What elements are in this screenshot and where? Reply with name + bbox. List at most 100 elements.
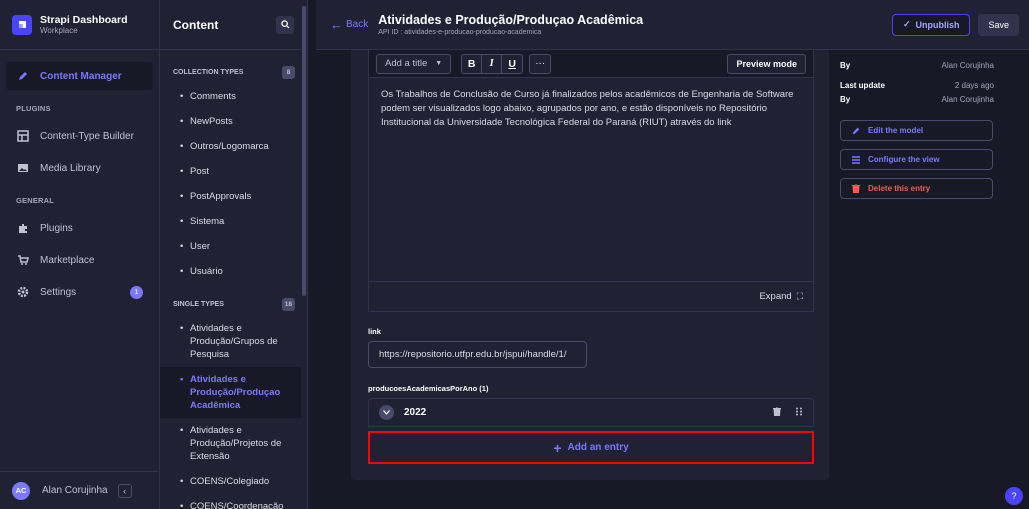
single-item[interactable]: • Atividades e Produção/Produçao Acadêmic… (160, 367, 307, 418)
image-icon (16, 162, 30, 174)
collection-types-header[interactable]: COLLECTION TYPES 8 (160, 60, 307, 84)
single-item-label: Atividades e Produção/Grupos de Pesquisa (190, 323, 278, 360)
subnav-scrollbar[interactable] (301, 0, 307, 509)
collection-item-label: Outros/Logomarca (190, 141, 269, 152)
editor-textarea[interactable]: Os Trabalhos de Conclusão de Curso já fi… (369, 78, 813, 140)
collection-item-label: Usuário (190, 266, 223, 277)
heading-select[interactable]: Add a title ▼ (376, 53, 452, 74)
collection-item[interactable]: • NewPosts (160, 109, 307, 134)
created-by-label: By (840, 60, 851, 70)
unpublish-button[interactable]: ✓ Unpublish (891, 13, 971, 36)
entry-info-panel: By Alan Corujinha Last update 2 days ago… (840, 50, 994, 199)
link-input[interactable]: https://repositorio.utfpr.edu.br/jspui/h… (368, 341, 587, 368)
drag-handle-icon[interactable] (795, 407, 803, 419)
delete-entry-label: Delete this entry (868, 184, 931, 193)
nav-label: Content Manager (40, 70, 122, 82)
bullet-icon: • (180, 241, 184, 252)
delete-entry-button[interactable]: Delete this entry (840, 178, 993, 199)
page-title: Atividades e Produção/Produçao Acadêmica (378, 13, 644, 27)
edit-model-button[interactable]: Edit the model (840, 120, 993, 141)
nav-item-plugins[interactable]: Plugins (6, 214, 153, 242)
back-link[interactable]: ← Back (330, 17, 368, 32)
italic-button[interactable]: I (482, 54, 503, 73)
add-entry-label: Add an entry (567, 442, 629, 453)
collection-item[interactable]: • Outros/Logomarca (160, 134, 307, 159)
nav-label: Marketplace (40, 254, 95, 266)
single-item[interactable]: • COENS/Colegiado (160, 469, 307, 494)
chevron-down-icon: ▼ (435, 60, 443, 67)
expand-button[interactable]: Expand ⛶ (759, 291, 803, 302)
bullet-icon: • (180, 216, 184, 227)
collapse-nav-button[interactable]: ‹ (117, 483, 132, 498)
collection-item-label: User (190, 241, 211, 252)
bold-button[interactable]: B (462, 54, 483, 73)
edit-view-header: ← Back Atividades e Produção/Produçao Ac… (316, 0, 1029, 50)
single-types-header[interactable]: SINGLE TYPES 18 (160, 292, 307, 316)
collection-item[interactable]: • Comments (160, 84, 307, 109)
component-entry-row[interactable]: 2022 (368, 398, 814, 427)
component-label: producoesAcademicasPorAno (1) (368, 384, 489, 393)
user-footer: AC Alan Corujinha ‹ (0, 471, 160, 509)
collection-types-list: • Comments • NewPosts • Outros/Logomarca • Post… (160, 84, 307, 284)
trash-icon[interactable] (773, 406, 781, 419)
search-button[interactable] (276, 15, 294, 34)
bullet-icon: • (180, 141, 184, 152)
edit-form-card: Add a title ▼ B I U ··· Preview mode Os … (351, 50, 829, 480)
link-field-label: link (368, 327, 381, 336)
collection-item[interactable]: • Sistema (160, 209, 307, 234)
pencil-icon (16, 70, 30, 82)
single-count-badge: 18 (281, 297, 295, 311)
more-button[interactable]: ··· (529, 53, 552, 74)
single-item-label: COENS/Colegiado (190, 476, 270, 487)
scrollbar-thumb[interactable] (302, 6, 306, 296)
bullet-icon: • (180, 374, 184, 385)
format-button-group: B I U (461, 53, 524, 74)
configure-view-label: Configure the view (868, 155, 940, 164)
save-button[interactable]: Save (978, 13, 1019, 36)
nav-item-settings[interactable]: Settings 1 (6, 278, 153, 306)
bullet-icon: • (180, 91, 184, 102)
collection-item[interactable]: • Post (160, 159, 307, 184)
last-update-value: 2 days ago (954, 80, 994, 90)
pencil-icon (851, 126, 861, 136)
collection-count-badge: 8 (282, 65, 295, 79)
bullet-icon: • (180, 476, 184, 487)
check-icon: ✓ (902, 19, 911, 29)
preview-mode-button[interactable]: Preview mode (727, 53, 806, 74)
collection-item-label: Comments (190, 91, 236, 102)
nav-section-plugins: PLUGINS (16, 103, 51, 113)
single-item-label: Atividades e Produção/Projetos de Extens… (190, 425, 282, 462)
single-item[interactable]: • Atividades e Produção/Projetos de Exten… (160, 418, 307, 469)
user-name[interactable]: Alan Corujinha (42, 485, 108, 496)
created-by-row: By Alan Corujinha (840, 58, 994, 72)
bullet-icon: • (180, 425, 184, 436)
expand-bar: Expand ⛶ (369, 281, 813, 311)
edit-model-label: Edit the model (868, 126, 924, 135)
single-item[interactable]: • COENS/Coordenação (160, 494, 307, 509)
underline-button[interactable]: U (502, 55, 522, 73)
bullet-icon: • (180, 266, 184, 277)
nav-item-content-manager[interactable]: Content Manager (6, 62, 153, 90)
configure-view-button[interactable]: Configure the view (840, 149, 993, 170)
add-entry-button[interactable]: + Add an entry (368, 431, 814, 464)
single-item-label: COENS/Coordenação (190, 501, 284, 509)
collection-item-label: PostApprovals (190, 191, 252, 202)
chevron-down-icon[interactable] (379, 405, 394, 420)
updated-by-value: Alan Corujinha (941, 94, 994, 104)
nav-item-marketplace[interactable]: Marketplace (6, 246, 153, 274)
collection-item[interactable]: • User (160, 234, 307, 259)
unpublish-label: Unpublish (915, 19, 960, 30)
nav-label: Content-Type Builder (40, 130, 134, 142)
main-nav: Strapi Dashboard Workplace Content Manag… (0, 0, 160, 509)
nav-item-media-library[interactable]: Media Library (6, 154, 153, 182)
help-button[interactable]: ? (1005, 487, 1023, 505)
single-item[interactable]: • Atividades e Produção/Grupos de Pesquis… (160, 316, 307, 367)
layout-icon (16, 130, 30, 142)
nav-item-content-type-builder[interactable]: Content-Type Builder (6, 122, 153, 150)
avatar[interactable]: AC (12, 481, 30, 500)
search-icon (280, 20, 290, 29)
section-label: COLLECTION TYPES (173, 68, 244, 76)
collection-item[interactable]: • Usuário (160, 259, 307, 284)
collection-item[interactable]: • PostApprovals (160, 184, 307, 209)
single-item-label: Atividades e Produção/Produçao Acadêmica (190, 374, 281, 411)
